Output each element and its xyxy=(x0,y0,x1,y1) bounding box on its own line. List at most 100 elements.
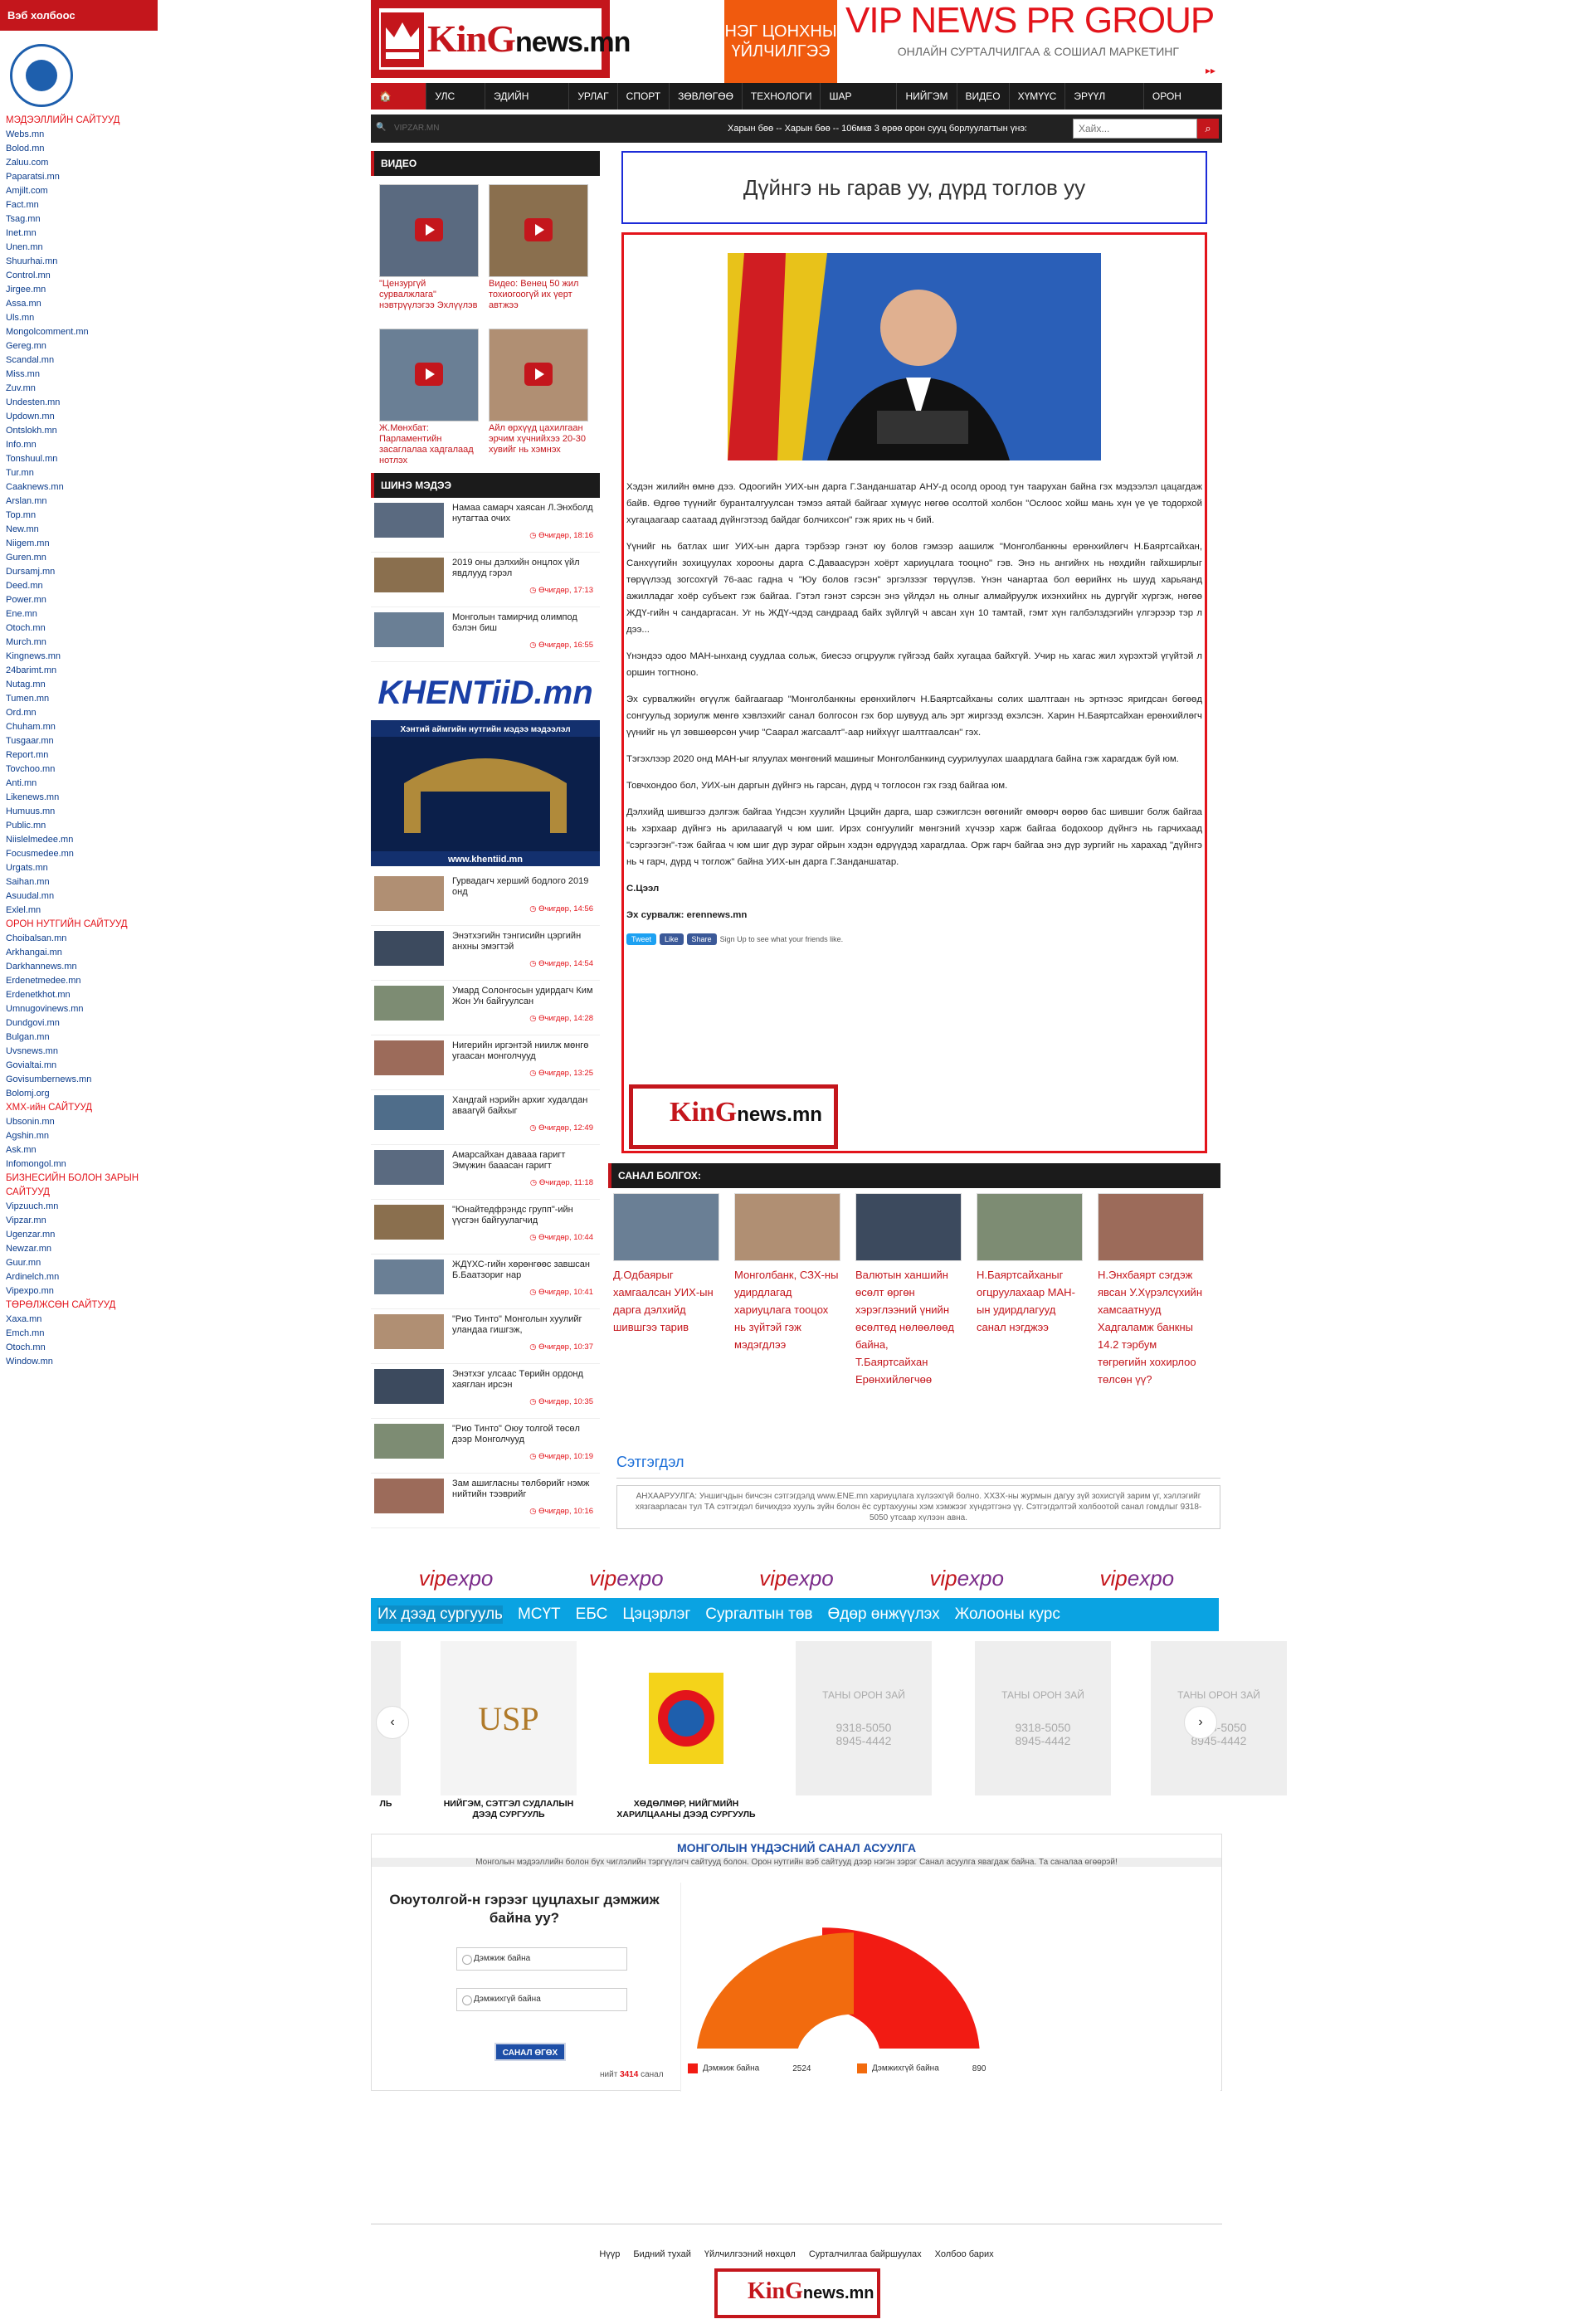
recommended-thumbnail[interactable] xyxy=(977,1193,1083,1261)
web-link[interactable]: Vipzuuch.mn xyxy=(6,1200,158,1214)
ticker-news[interactable]: Харын бөө -- Харын бөө -- 106мкв 3 өрөө … xyxy=(728,114,1026,143)
video-thumbnail[interactable] xyxy=(379,329,479,421)
poll-option-no[interactable]: Дэмжихгүй байна xyxy=(456,1988,627,2011)
news-item[interactable]: "Рио Тинто" Оюу толгой төсөл дээр Монгол… xyxy=(371,1419,600,1474)
news-headline[interactable]: "Юнайтедфрэндс групп"-ийн үүсгэн байгуул… xyxy=(452,1205,593,1228)
search-button[interactable]: ⌕ xyxy=(1197,119,1219,139)
vipexpo-logo[interactable]: vipexpo xyxy=(759,1566,834,1591)
video-thumbnail[interactable] xyxy=(489,329,588,421)
web-link[interactable]: Otoch.mn xyxy=(6,621,158,636)
news-item[interactable]: "Рио Тинто" Монголын хуулийг уландаа гиш… xyxy=(371,1309,600,1364)
recommended-item[interactable]: Д.Одбаярыг хамгаалсан УИХ-ын дарга дэлхи… xyxy=(613,1193,734,1388)
news-headline[interactable]: Зам ашигласны төлбөрийг нэмж нийтийн тээ… xyxy=(452,1479,593,1502)
edu-tab[interactable]: МСҮТ xyxy=(518,1605,561,1624)
recommended-title[interactable]: Н.Энхбаярт сэгдэж явсан У.Хүрэлсүхийн ха… xyxy=(1098,1266,1206,1388)
web-link[interactable]: Focusmedee.mn xyxy=(6,847,158,861)
vipexpo-logo[interactable]: vipexpo xyxy=(419,1566,494,1591)
edu-tab[interactable]: ЕБС xyxy=(576,1605,608,1624)
web-link[interactable]: Bolod.mn xyxy=(6,142,158,156)
web-link[interactable]: Undesten.mn xyxy=(6,396,158,410)
web-link[interactable]: Mongolcomment.mn xyxy=(6,325,158,339)
web-link[interactable]: Zaluu.com xyxy=(6,156,158,170)
nav-item[interactable]: ЗӨВЛӨГӨӨ xyxy=(670,83,743,110)
carousel-prev-button[interactable]: ‹ xyxy=(376,1706,409,1739)
video-item[interactable]: Видео: Венец 50 жил тохиогоогүй их үерт … xyxy=(489,184,592,322)
association-logo[interactable] xyxy=(10,44,73,107)
nav-item[interactable]: НИЙГЭМ xyxy=(897,83,957,110)
web-link[interactable]: Emch.mn xyxy=(6,1327,158,1341)
video-caption[interactable]: Ж.Мөнхбат: Парламентийн засаглалаа хадга… xyxy=(379,423,482,466)
web-link[interactable]: Jirgee.mn xyxy=(6,283,158,297)
vote-button[interactable]: САНАЛ ӨГӨХ xyxy=(494,2043,566,2061)
web-link[interactable]: Guren.mn xyxy=(6,551,158,565)
news-headline[interactable]: Намаа самарч хаясан Л.Энхболд нутагтаа о… xyxy=(452,503,593,526)
web-link[interactable]: Miss.mn xyxy=(6,368,158,382)
news-thumbnail[interactable] xyxy=(374,1205,444,1240)
share-button[interactable]: Share xyxy=(686,933,717,945)
video-caption[interactable]: Айл өрхүүд цахилгаан эрчим хүчнийхээ 20-… xyxy=(489,423,592,466)
news-headline[interactable]: Гурвадагч херший бодлого 2019 онд xyxy=(452,876,593,899)
web-link[interactable]: Tur.mn xyxy=(6,466,158,480)
footer-link[interactable]: Холбоо барих xyxy=(935,2249,994,2259)
news-thumbnail[interactable] xyxy=(374,931,444,966)
nav-item[interactable]: ОРОН НУТАГ xyxy=(1144,83,1223,129)
video-item[interactable]: Айл өрхүүд цахилгаан эрчим хүчнийхээ 20-… xyxy=(489,329,592,466)
edu-tab[interactable]: Жолооны курс xyxy=(955,1605,1060,1624)
web-link[interactable]: Erdenetkhot.mn xyxy=(6,988,158,1002)
nav-item[interactable]: ВИДЕО xyxy=(957,83,1010,110)
one-window-service-banner[interactable]: НЭГ ЦОНХНЫ ҮЙЛЧИЛГЭЭ xyxy=(724,0,837,83)
web-link[interactable]: Murch.mn xyxy=(6,636,158,650)
news-item[interactable]: Умард Солонгосын удирдагч Ким Жон Ун бай… xyxy=(371,981,600,1035)
web-link[interactable]: Kingnews.mn xyxy=(6,650,158,664)
site-logo[interactable]: KinGnews.mn xyxy=(371,0,631,78)
web-link[interactable]: Assa.mn xyxy=(6,297,158,311)
web-link[interactable]: Humuus.mn xyxy=(6,805,158,819)
nav-item[interactable]: ШАР МЭДЭЭ xyxy=(821,83,898,129)
vipexpo-strip[interactable]: vipexpo vipexpo vipexpo vipexpo vipexpo xyxy=(371,1560,1222,1596)
footer-link[interactable]: Бидний тухай xyxy=(633,2249,691,2259)
web-link[interactable]: Scandal.mn xyxy=(6,353,158,368)
vipexpo-logo[interactable]: vipexpo xyxy=(929,1566,1004,1591)
news-headline[interactable]: 2019 оны дэлхийн онцлох үйл явдлууд гэрэ… xyxy=(452,558,593,581)
nav-item[interactable]: ТЕХНОЛОГИ xyxy=(743,83,821,110)
news-headline[interactable]: "Рио Тинто" Оюу толгой төсөл дээр Монгол… xyxy=(452,1424,593,1447)
video-item[interactable]: Ж.Мөнхбат: Парламентийн засаглалаа хадга… xyxy=(379,329,482,466)
web-link[interactable]: Updown.mn xyxy=(6,410,158,424)
news-thumbnail[interactable] xyxy=(374,876,444,911)
news-item[interactable]: Зам ашигласны төлбөрийг нэмж нийтийн тээ… xyxy=(371,1474,600,1528)
web-link[interactable]: Ardinelch.mn xyxy=(6,1270,158,1284)
web-link[interactable]: Tovchoo.mn xyxy=(6,762,158,777)
web-link[interactable]: Zuv.mn xyxy=(6,382,158,396)
web-link[interactable]: Amjilt.com xyxy=(6,184,158,198)
web-link[interactable]: Ontslokh.mn xyxy=(6,424,158,438)
web-link[interactable]: Public.mn xyxy=(6,819,158,833)
web-link[interactable]: Fact.mn xyxy=(6,198,158,212)
news-thumbnail[interactable] xyxy=(374,1150,444,1185)
web-link[interactable]: Ubsonin.mn xyxy=(6,1115,158,1129)
web-link[interactable]: Arkhangai.mn xyxy=(6,946,158,960)
fb-signup-text[interactable]: Sign Up to see what your friends like. xyxy=(720,935,844,943)
web-link[interactable]: Ugenzar.mn xyxy=(6,1228,158,1242)
web-link[interactable]: Govisumbernews.mn xyxy=(6,1073,158,1087)
footer-logo[interactable]: KinGnews.mn xyxy=(714,2268,880,2318)
news-headline[interactable]: Монголын тамирчид олимпод бэлэн биш xyxy=(452,612,593,636)
news-item[interactable]: ЖДҮХС-гийн хөрөнгөөс завшсан Б.Баатзориг… xyxy=(371,1255,600,1309)
nav-item[interactable]: ЭРҮҮЛ МЭНД xyxy=(1065,83,1144,129)
news-headline[interactable]: Умард Солонгосын удирдагч Ким Жон Ун бай… xyxy=(452,986,593,1009)
recommended-thumbnail[interactable] xyxy=(734,1193,840,1261)
edu-tab[interactable]: Сургалтын төв xyxy=(705,1605,812,1624)
web-link[interactable]: Infomongol.mn xyxy=(6,1157,158,1172)
news-thumbnail[interactable] xyxy=(374,558,444,592)
recommended-item[interactable]: Монголбанк, СЗХ-ны удирдлагад хариуцлага… xyxy=(734,1193,855,1388)
edu-tab[interactable]: Цэцэрлэг xyxy=(622,1605,690,1624)
news-item[interactable]: Хандгай нэрийн архиг худалдан аваагүй ба… xyxy=(371,1090,600,1145)
poll-option-yes[interactable]: Дэмжиж байна xyxy=(456,1947,627,1971)
news-headline[interactable]: "Рио Тинто" Монголын хуулийг уландаа гиш… xyxy=(452,1314,593,1337)
news-thumbnail[interactable] xyxy=(374,503,444,538)
news-headline[interactable]: Энэтхэгийн тэнгисийн цэргийн анхны эмэгт… xyxy=(452,931,593,954)
nav-item[interactable]: ХҮМҮҮС xyxy=(1010,83,1066,110)
web-link[interactable]: Tumen.mn xyxy=(6,692,158,706)
web-link[interactable]: Webs.mn xyxy=(6,128,158,142)
khentiid-banner[interactable]: KHENTiiD.mn Хэнтий аймгийн нутгийн мэдээ… xyxy=(371,667,600,866)
news-thumbnail[interactable] xyxy=(374,1479,444,1513)
